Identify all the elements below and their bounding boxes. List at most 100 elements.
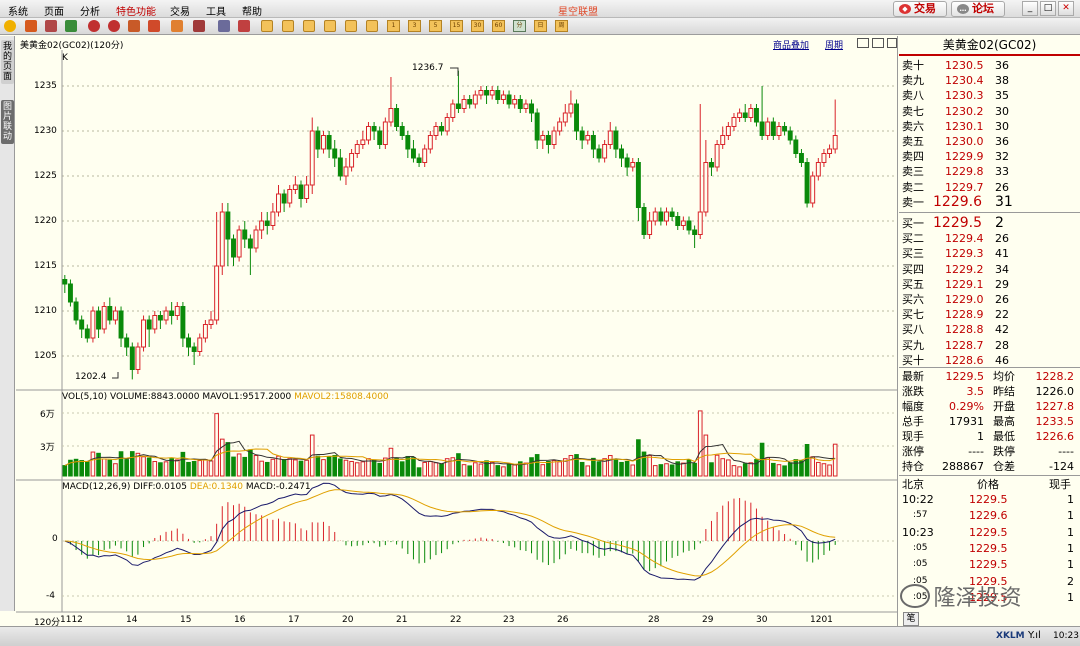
x-axis-label: 23 bbox=[503, 615, 515, 625]
tab-ticks[interactable]: 笔 bbox=[903, 612, 919, 626]
macd-value: MACD:-0.2471 bbox=[245, 482, 311, 492]
volume-bar bbox=[529, 457, 534, 477]
volume-bar bbox=[315, 455, 321, 477]
bid-volume: 34 bbox=[995, 262, 1009, 276]
candle-body bbox=[253, 229, 259, 249]
volume-bar bbox=[169, 458, 174, 477]
menu-help[interactable]: 帮助 bbox=[242, 3, 262, 18]
candle-body bbox=[321, 135, 326, 150]
candle-body bbox=[276, 193, 281, 213]
maximize-icon[interactable]: □ bbox=[1040, 1, 1056, 16]
candle-body bbox=[725, 126, 731, 136]
menu-analysis[interactable]: 分析 bbox=[80, 3, 100, 18]
period-3[interactable]: 3 bbox=[408, 20, 421, 32]
tick-volume: 1 bbox=[1067, 493, 1074, 506]
volume-bar bbox=[782, 465, 787, 477]
stat-label: 最低 bbox=[993, 430, 1015, 443]
note-icon[interactable] bbox=[261, 20, 273, 32]
status-bar: XKLM Y.ıl 10:23 bbox=[0, 626, 1080, 646]
volume-bar bbox=[523, 462, 529, 477]
volume-bar bbox=[180, 451, 186, 477]
stat-value: 1 bbox=[977, 430, 984, 443]
candle-body bbox=[399, 126, 405, 136]
quote-icon[interactable] bbox=[45, 20, 57, 32]
ask-label: 卖九 bbox=[902, 74, 924, 88]
candle-body bbox=[186, 337, 191, 348]
volume-bar bbox=[832, 443, 838, 477]
candle-body bbox=[163, 310, 169, 321]
back-icon[interactable] bbox=[4, 20, 16, 32]
tab-chart-link[interactable]: 图片联动 bbox=[1, 100, 14, 144]
ask-price: 1230.5 bbox=[945, 59, 984, 72]
forum-button[interactable]: … 论坛 bbox=[951, 1, 1005, 17]
tab-my-pages[interactable]: 我的页面 bbox=[1, 40, 14, 84]
bid-volume: 46 bbox=[995, 353, 1009, 367]
pen-icon[interactable] bbox=[148, 20, 160, 32]
list-item: 总手 17931 最高 1233.5 bbox=[899, 414, 1080, 429]
menu-system[interactable]: 系统 bbox=[8, 3, 28, 18]
refresh-icon[interactable] bbox=[65, 20, 77, 32]
candle-body bbox=[405, 135, 411, 150]
period-week[interactable]: 周 bbox=[555, 20, 568, 32]
ask-price: 1230.0 bbox=[945, 135, 984, 148]
month-icon[interactable] bbox=[324, 20, 336, 32]
week-icon[interactable] bbox=[303, 20, 315, 32]
volume-bar bbox=[810, 456, 816, 477]
period-5[interactable]: 5 bbox=[429, 20, 442, 32]
table-icon[interactable] bbox=[218, 20, 230, 32]
period-30[interactable]: 30 bbox=[471, 20, 484, 32]
minimize-icon[interactable]: _ bbox=[1022, 1, 1038, 16]
candle-body bbox=[675, 216, 681, 226]
candle-body bbox=[214, 265, 220, 321]
trend-icon[interactable] bbox=[238, 20, 250, 32]
close-icon[interactable]: ✕ bbox=[1058, 1, 1074, 16]
candle-body bbox=[590, 135, 596, 150]
vol-volume: VOLUME:8843.0000 bbox=[110, 392, 200, 402]
candle-body bbox=[410, 148, 416, 159]
chart-icon[interactable] bbox=[128, 20, 140, 32]
volume-bar bbox=[360, 461, 366, 477]
vol-mavol2: MAVOL2:15808.4000 bbox=[294, 392, 389, 402]
volume-bar bbox=[557, 461, 562, 477]
menu-page[interactable]: 页面 bbox=[44, 3, 64, 18]
season-icon[interactable] bbox=[345, 20, 357, 32]
macd-tick: 0 bbox=[52, 534, 58, 544]
zoom-in-icon[interactable] bbox=[88, 20, 100, 32]
tick-price: 1229.6 bbox=[969, 509, 1008, 523]
period-minute[interactable]: 分 bbox=[513, 20, 526, 32]
funnel-icon[interactable] bbox=[193, 20, 205, 32]
candle-body bbox=[422, 148, 428, 163]
volume-bar bbox=[478, 463, 484, 477]
candle-body bbox=[737, 112, 743, 118]
trade-button[interactable]: ◆ 交易 bbox=[893, 1, 947, 17]
candle-body bbox=[613, 130, 619, 150]
person-icon[interactable] bbox=[171, 20, 183, 32]
menu-tools[interactable]: 工具 bbox=[206, 3, 226, 18]
home-icon[interactable] bbox=[25, 20, 37, 32]
menu-trade[interactable]: 交易 bbox=[170, 3, 190, 18]
bid-price: 1229.2 bbox=[945, 262, 984, 276]
period-60[interactable]: 60 bbox=[492, 20, 505, 32]
candle-body bbox=[776, 126, 782, 136]
menu-features[interactable]: 特色功能 bbox=[116, 3, 156, 18]
candle-body bbox=[259, 220, 265, 231]
volume-bar bbox=[79, 460, 84, 477]
period-1[interactable]: 1 bbox=[387, 20, 400, 32]
trade-button-label: 交易 bbox=[914, 2, 936, 15]
zoom-out-icon[interactable] bbox=[108, 20, 120, 32]
day-icon[interactable] bbox=[282, 20, 294, 32]
volume-bar bbox=[681, 462, 686, 477]
candle-body bbox=[551, 130, 557, 145]
list-item: 10:23 1229.5 1 bbox=[899, 525, 1080, 540]
candle-body bbox=[67, 283, 73, 303]
period-day[interactable]: 日 bbox=[534, 20, 547, 32]
list-item: 卖四 1229.9 32 bbox=[899, 149, 1080, 164]
volume-bar bbox=[596, 461, 602, 477]
year-icon[interactable] bbox=[366, 20, 378, 32]
period-15[interactable]: 15 bbox=[450, 20, 463, 32]
high-marker-label: 1236.7 bbox=[412, 63, 444, 73]
volume-bar bbox=[771, 462, 776, 477]
candle-body bbox=[596, 148, 602, 159]
vol-name: VOL(5,10) bbox=[62, 392, 108, 402]
candle-body bbox=[388, 108, 394, 123]
